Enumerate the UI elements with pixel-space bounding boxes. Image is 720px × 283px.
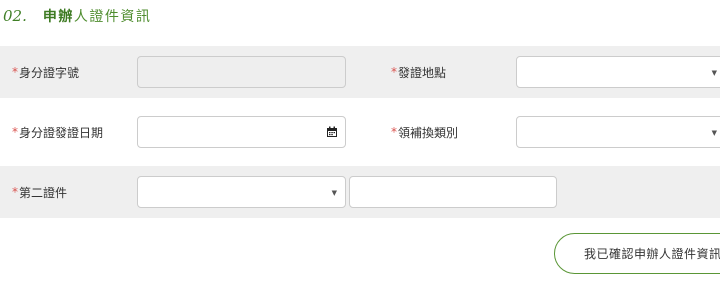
caret-down-icon: ▼ — [331, 189, 337, 197]
section-heading: 申辦人證件資訊 — [43, 6, 152, 26]
form-row-2: * 身分證發證日期 * 領補換類別 ▼ — [0, 106, 720, 158]
calendar-icon[interactable] — [326, 126, 338, 138]
confirm-applicant-id-button[interactable]: 我已確認申辦人證件資訊 — [554, 233, 720, 274]
issue-date-label-text: 身分證發證日期 — [19, 125, 104, 140]
second-id-number-input-control[interactable] — [350, 177, 556, 207]
section-heading-rest: 人證件資訊 — [73, 9, 152, 25]
section-heading-bold: 申辦 — [42, 9, 74, 25]
section-number: 02. — [3, 7, 27, 25]
issue-date-input[interactable] — [137, 116, 346, 148]
required-mark: * — [391, 125, 397, 139]
second-id-type-select[interactable]: ▼ — [137, 176, 346, 208]
second-id-label: * 第二證件 — [12, 166, 67, 218]
id-number-label-text: 身分證字號 — [19, 65, 80, 80]
id-number-input[interactable] — [137, 56, 346, 88]
applicant-id-section: 02. 申辦人證件資訊 * 身分證字號 * 發證地點 ▼ * 身分證發證日期 *… — [0, 0, 720, 283]
required-mark: * — [12, 185, 18, 199]
issue-date-label: * 身分證發證日期 — [12, 106, 103, 158]
issue-place-select[interactable]: ▼ — [516, 56, 720, 88]
second-id-label-text: 第二證件 — [19, 185, 68, 200]
second-id-number-input[interactable] — [349, 176, 557, 208]
issue-date-input-control[interactable] — [138, 117, 345, 147]
section-title: 02. 申辦人證件資訊 — [3, 6, 151, 26]
issue-place-label-text: 發證地點 — [398, 65, 447, 80]
form-row-3: * 第二證件 ▼ — [0, 166, 720, 218]
required-mark: * — [391, 65, 397, 79]
issue-place-label: * 發證地點 — [391, 46, 446, 98]
caret-down-icon: ▼ — [711, 129, 717, 137]
reissue-type-label-text: 領補換類別 — [398, 125, 459, 140]
caret-down-icon: ▼ — [711, 69, 717, 77]
reissue-type-label: * 領補換類別 — [391, 106, 458, 158]
id-number-input-control[interactable] — [138, 57, 345, 87]
required-mark: * — [12, 125, 18, 139]
reissue-type-select[interactable]: ▼ — [516, 116, 720, 148]
form-row-1: * 身分證字號 * 發證地點 ▼ — [0, 46, 720, 98]
id-number-label: * 身分證字號 — [12, 46, 79, 98]
required-mark: * — [12, 65, 18, 79]
